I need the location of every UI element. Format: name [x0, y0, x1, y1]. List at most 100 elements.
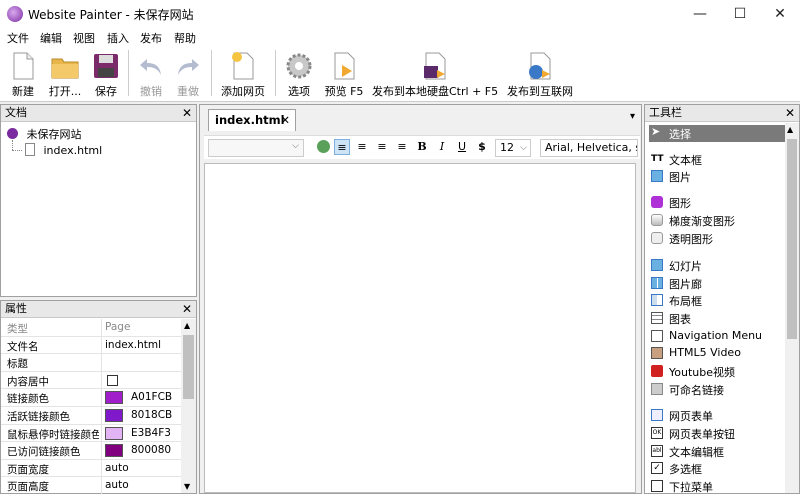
minimize-button[interactable]: — [680, 0, 720, 28]
scroll-up-icon[interactable]: ▲ [184, 321, 190, 330]
tool-image[interactable]: 图片 [649, 168, 785, 185]
property-row-page-height[interactable]: 页面高度 auto [1, 477, 181, 494]
tool-dropdown[interactable]: 下拉菜单 [649, 478, 785, 494]
align-left-button[interactable]: ≡ [334, 139, 350, 155]
window-title: Website Painter - 未保存网站 [28, 8, 194, 22]
preview-button[interactable]: 预览 F5 [320, 46, 368, 102]
menu-edit[interactable]: 编辑 [40, 30, 62, 46]
currency-button[interactable]: $ [474, 139, 490, 155]
property-row-filename[interactable]: 文件名 index.html [1, 336, 181, 355]
properties-panel: 属性 ✕ 类型 Page 文件名 index.html 标题 内容居中 链接颜色… [0, 300, 197, 494]
italic-button[interactable]: I [434, 139, 450, 155]
preview-icon [334, 52, 355, 80]
layout-icon [651, 294, 663, 306]
tool-table[interactable]: 图表 [649, 310, 785, 327]
scroll-up-icon[interactable]: ▲ [787, 125, 793, 134]
property-row-center-content[interactable]: 内容居中 [1, 371, 181, 390]
tool-shape[interactable]: 图形 [649, 194, 785, 211]
toolbox-scrollbar[interactable]: ▲ [785, 123, 799, 493]
property-row-page-width[interactable]: 页面宽度 auto [1, 459, 181, 478]
tool-form[interactable]: 网页表单 [649, 407, 785, 424]
style-select[interactable]: ⌵ [208, 139, 304, 157]
open-button[interactable]: 打开... [44, 46, 86, 102]
scroll-down-icon[interactable]: ▼ [184, 482, 190, 491]
link-color-swatch[interactable] [105, 391, 123, 405]
tool-layout[interactable]: 布局框 [649, 292, 785, 309]
tool-transparent-shape[interactable]: 透明图形 [649, 230, 785, 247]
publish-web-button[interactable]: 发布到互联网 [504, 46, 576, 102]
maximize-button[interactable]: ☐ [720, 0, 760, 28]
new-button[interactable]: 新建 [4, 46, 42, 102]
menu-insert[interactable]: 插入 [107, 30, 129, 46]
publish-disk-icon [424, 52, 446, 80]
scroll-thumb[interactable] [183, 335, 194, 399]
align-center-button[interactable]: ≡ [354, 139, 370, 155]
underline-button[interactable]: U [454, 139, 470, 155]
form-icon [651, 409, 663, 421]
add-page-icon [232, 52, 254, 80]
add-page-button[interactable]: 添加网页 [216, 46, 270, 102]
tab-close-icon[interactable]: ✕ [280, 110, 290, 131]
properties-panel-close-button[interactable]: ✕ [182, 301, 192, 317]
publish-local-button[interactable]: 发布到本地硬盘Ctrl + F5 [372, 46, 498, 102]
tool-gallery[interactable]: 图片廊 [649, 275, 785, 292]
property-row-title[interactable]: 标题 [1, 354, 181, 372]
image-icon [651, 170, 663, 182]
hover-link-color-swatch[interactable] [105, 426, 123, 440]
tool-youtube[interactable]: Youtube视频 [649, 363, 785, 380]
font-size-select[interactable]: 12 ⌵ [495, 139, 531, 157]
undo-icon [140, 59, 161, 75]
visited-link-color-swatch[interactable] [105, 444, 123, 458]
tool-html5-video[interactable]: HTML5 Video [649, 345, 785, 362]
center-content-checkbox[interactable] [107, 374, 118, 386]
save-button[interactable]: 保存 [88, 46, 124, 102]
tool-navigation-menu[interactable]: Navigation Menu [649, 328, 785, 345]
close-window-button[interactable]: ✕ [760, 0, 800, 28]
folder-icon [51, 58, 79, 79]
tool-text[interactable]: TT 文本框 [649, 151, 785, 168]
properties-scrollbar[interactable]: ▲ ▼ [181, 319, 196, 493]
font-family-select[interactable]: Arial, Helvetica, sa [540, 139, 638, 157]
property-row-visited-link-color[interactable]: 已访问链接颜色 800080 [1, 442, 181, 460]
menu-help[interactable]: 帮助 [174, 30, 196, 46]
scroll-thumb[interactable] [787, 139, 797, 339]
tool-anchor[interactable]: 可命名链接 [649, 381, 785, 398]
tree-item-site[interactable]: 未保存网站 [7, 126, 82, 142]
tab-index-html[interactable]: index.html ✕ [208, 109, 296, 131]
tool-select[interactable]: ➤ 选择 [649, 125, 785, 142]
tab-list-dropdown-icon[interactable]: ▾ [630, 111, 635, 122]
properties-panel-title: 属性 [5, 302, 27, 315]
documents-panel-close-button[interactable]: ✕ [182, 105, 192, 121]
text-icon: TT [651, 154, 664, 164]
link-icon[interactable] [315, 139, 331, 155]
undo-button[interactable]: 撤销 [133, 46, 169, 102]
toolbox-panel-close-button[interactable]: ✕ [785, 105, 795, 121]
menu-publish[interactable]: 发布 [140, 30, 162, 46]
active-link-color-swatch[interactable] [105, 409, 123, 422]
tool-slideshow[interactable]: 幻灯片 [649, 257, 785, 274]
page-canvas[interactable] [204, 163, 636, 493]
tool-textbox[interactable]: abl 文本编辑框 [649, 443, 785, 460]
bold-button[interactable]: B [414, 139, 430, 155]
tree-item-page[interactable]: index.html [25, 143, 102, 157]
new-document-icon [13, 52, 34, 80]
tool-gradient-shape[interactable]: 梯度渐变图形 [649, 212, 785, 229]
property-row-link-color[interactable]: 链接颜色 A01FCB [1, 389, 181, 407]
gallery-icon [651, 277, 663, 289]
tool-checkbox[interactable]: ✓ 多选框 [649, 460, 785, 477]
options-button[interactable]: 选项 [280, 46, 318, 102]
redo-button[interactable]: 重做 [170, 46, 206, 102]
tree-connector [12, 150, 22, 151]
property-row-active-link-color[interactable]: 活跃链接颜色 8018CB [1, 407, 181, 425]
tool-form-button[interactable]: OK 网页表单按钮 [649, 425, 785, 442]
justify-button[interactable]: ≡ [394, 139, 410, 155]
align-right-button[interactable]: ≡ [374, 139, 390, 155]
redo-icon [178, 59, 199, 75]
table-icon [651, 312, 663, 324]
menu-view[interactable]: 视图 [73, 30, 95, 46]
menu-file[interactable]: 文件 [7, 30, 29, 46]
toolbox-panel-title: 工具栏 [649, 106, 682, 119]
youtube-icon [651, 365, 663, 377]
property-row-hover-link-color[interactable]: 鼠标悬停时链接颜色 E3B4F3 [1, 424, 181, 443]
nav-menu-icon [651, 330, 663, 342]
